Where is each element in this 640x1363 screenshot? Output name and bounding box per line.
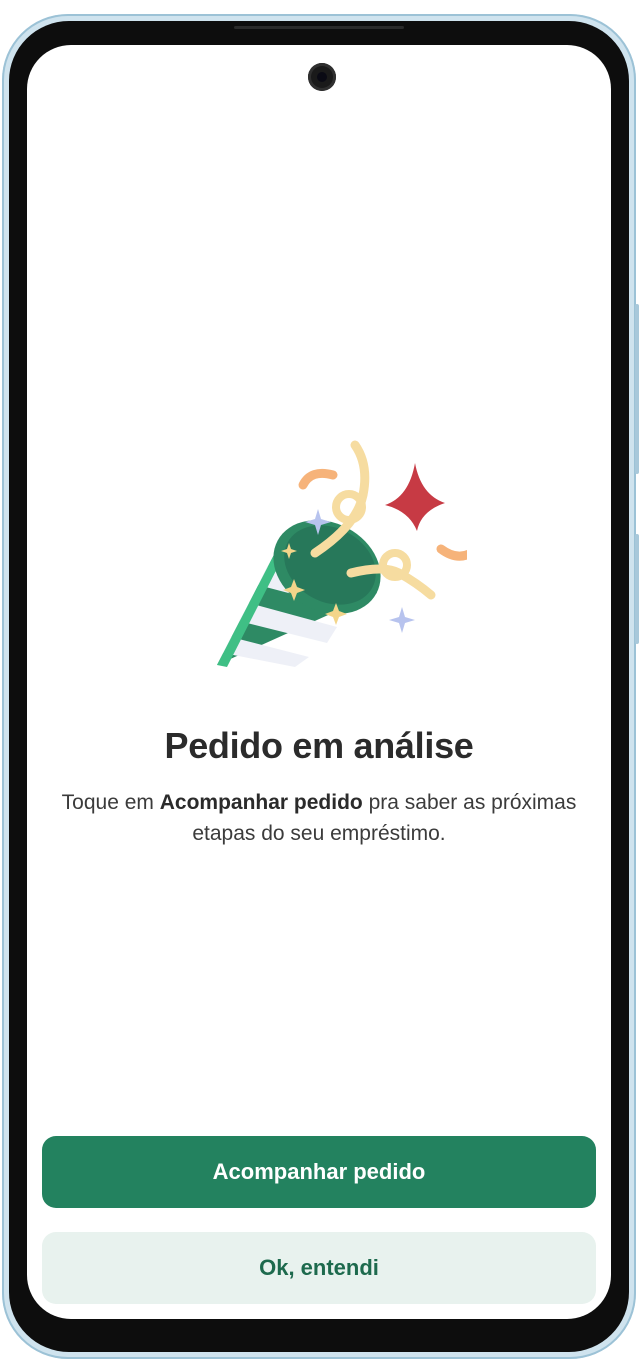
front-camera [308, 63, 336, 91]
app-screen: Pedido em análise Toque em Acompanhar pe… [27, 45, 611, 1319]
party-popper-icon [217, 440, 467, 667]
description: Toque em Acompanhar pedido pra saber as … [51, 787, 587, 849]
page-title: Pedido em análise [164, 725, 474, 766]
description-prefix: Toque em [61, 791, 160, 814]
track-order-button[interactable]: Acompanhar pedido [42, 1136, 596, 1208]
earpiece-speaker [234, 26, 404, 29]
phone-frame: Pedido em análise Toque em Acompanhar pe… [2, 14, 639, 1359]
description-emphasis: Acompanhar pedido [159, 791, 363, 814]
phone-bezel: Pedido em análise Toque em Acompanhar pe… [9, 21, 629, 1352]
ok-understood-button[interactable]: Ok, entendi [42, 1232, 596, 1304]
power-button [635, 534, 639, 644]
volume-button [635, 304, 639, 474]
